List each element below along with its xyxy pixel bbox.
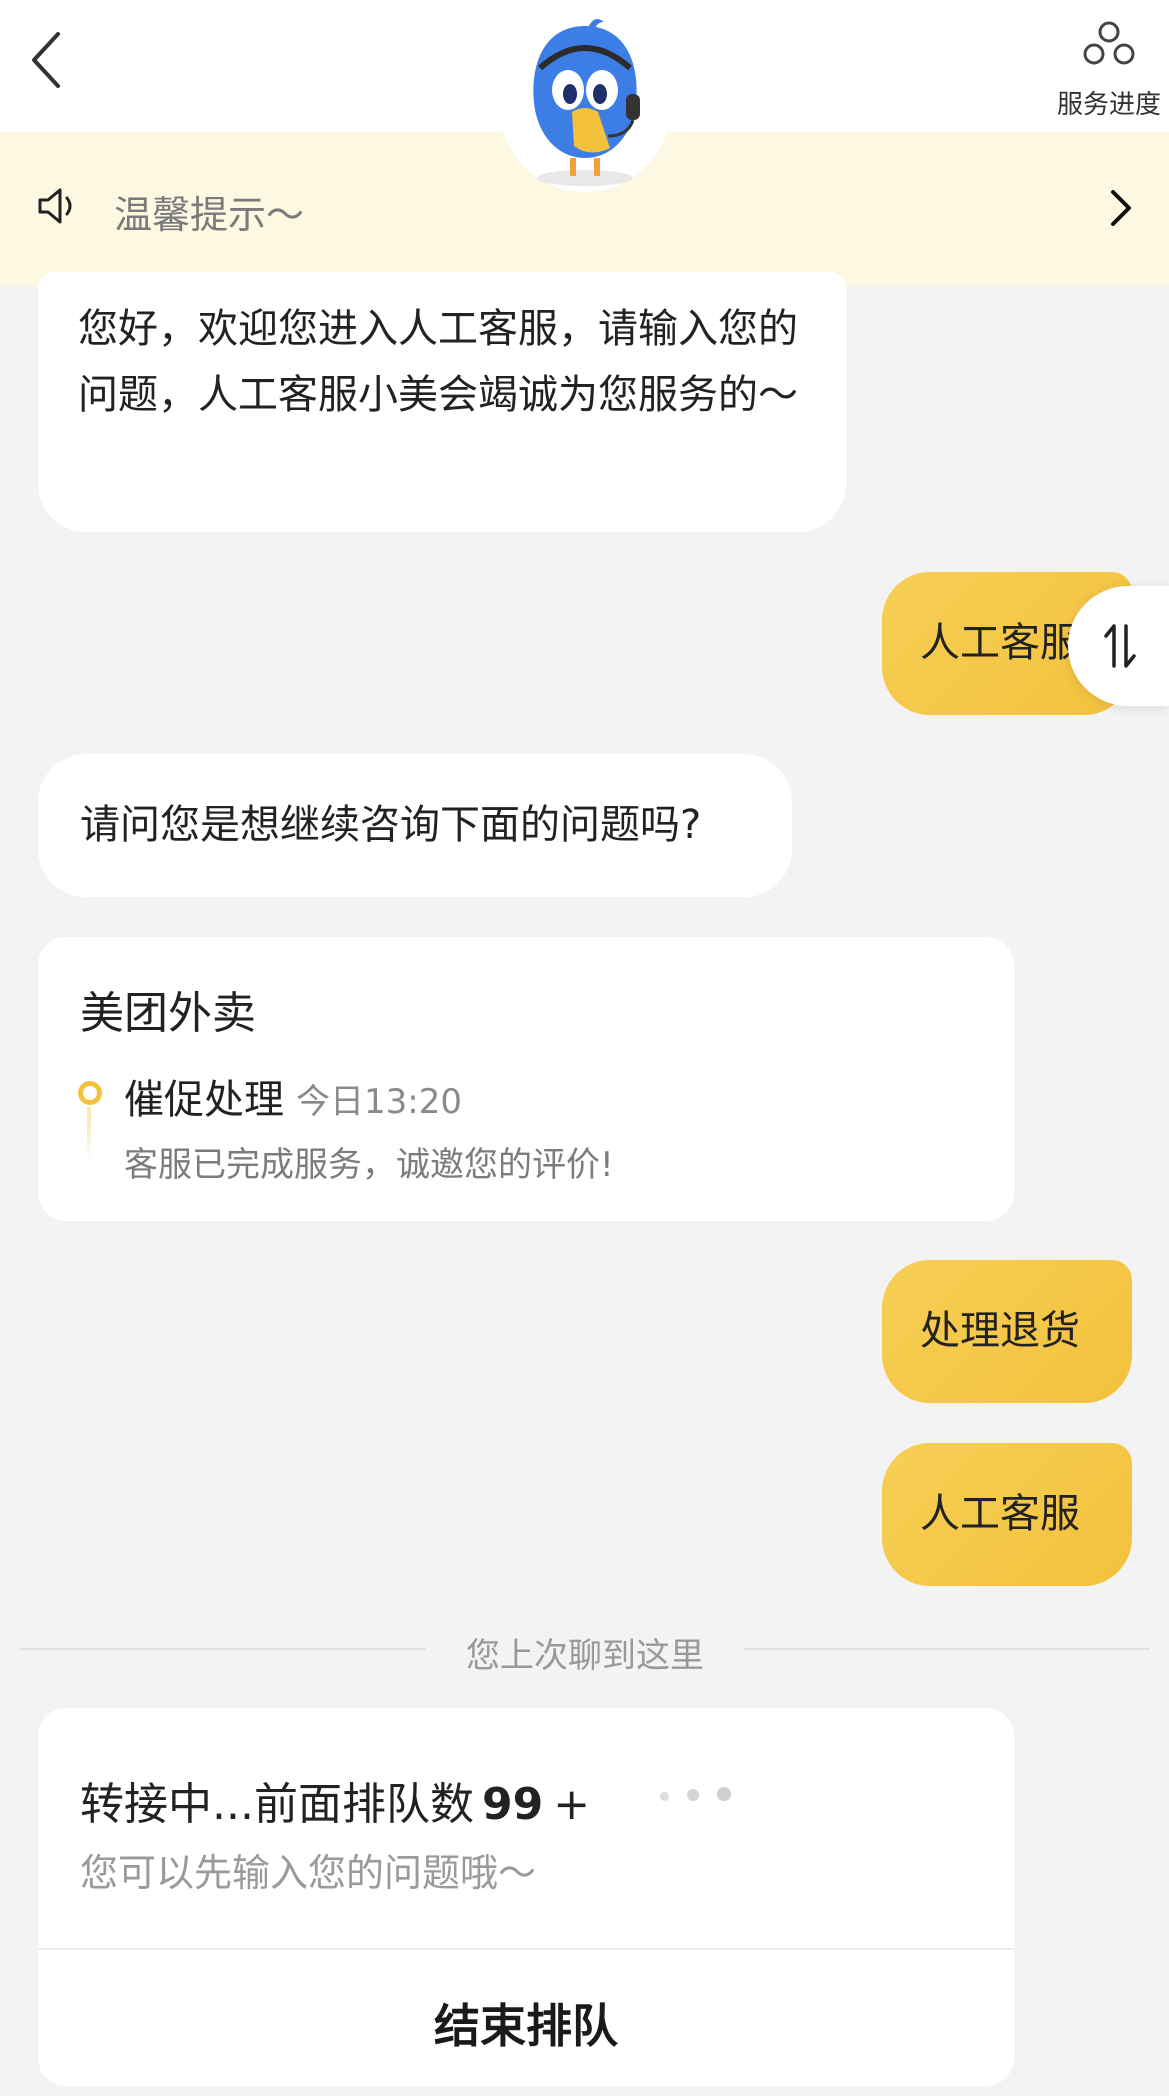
mascot-avatar [490, 8, 680, 194]
agent-message-welcome: 您好，欢迎您进入人工客服，请输入您的问题，人工客服小美会竭诚为您服务的～ [38, 272, 846, 532]
end-queue-label: 结束排队 [434, 1999, 618, 2053]
notice-text: 温馨提示～ [114, 193, 305, 237]
message-text: 处理退货 [920, 1308, 1080, 1354]
loading-dots-icon [660, 1786, 749, 1805]
order-description: 客服已完成服务，诚邀您的评价! [124, 1145, 614, 1185]
queue-status-prefix: 转接中...前面排队数 [80, 1779, 474, 1830]
message-text: 人工客服 [920, 1491, 1080, 1537]
divider-label: 您上次聊到这里 [426, 1636, 744, 1676]
speaker-icon [38, 188, 72, 224]
chevron-right-icon [1111, 190, 1131, 226]
order-time: 今日13:20 [296, 1082, 462, 1122]
timeline-dot [78, 1081, 102, 1105]
queue-plus: + [553, 1779, 591, 1830]
order-status: 催促处理 今日13:20 [124, 1067, 462, 1125]
sort-arrows-icon [1104, 624, 1136, 668]
queue-status: 转接中...前面排队数 99 + [80, 1768, 590, 1832]
message-text: 您好，欢迎您进入人工客服，请输入您的问题，人工客服小美会竭诚为您服务的～ [78, 306, 798, 418]
agent-message-ask: 请问您是想继续咨询下面的问题吗? [38, 754, 792, 897]
back-button[interactable] [28, 28, 88, 98]
history-divider: 您上次聊到这里 [20, 1628, 1150, 1676]
chevron-left-icon [32, 32, 60, 88]
queue-count: 99 [481, 1779, 544, 1830]
queue-card: 转接中...前面排队数 99 + 您可以先输入您的问题哦～ 结束排队 [38, 1708, 1014, 2086]
user-message-human-agent-2: 人工客服 [882, 1443, 1132, 1586]
user-message-return: 处理退货 [882, 1260, 1132, 1403]
service-progress-button[interactable]: 服务进度 [1029, 0, 1169, 132]
service-progress-label: 服务进度 [1056, 90, 1161, 120]
queue-hint: 您可以先输入您的问题哦～ [80, 1851, 537, 1895]
end-queue-button[interactable]: 结束排队 [38, 1950, 1014, 2086]
order-status-text: 催促处理 [124, 1077, 284, 1123]
message-text: 请问您是想继续咨询下面的问题吗? [80, 802, 702, 848]
order-title: 美团外卖 [80, 988, 256, 1039]
order-history-card[interactable]: 美团外卖 催促处理 今日13:20 客服已完成服务，诚邀您的评价! [38, 937, 1014, 1221]
timeline-line [87, 1107, 91, 1163]
service-progress-icon [1083, 21, 1135, 65]
divider-label-wrap: 您上次聊到这里 [20, 1628, 1150, 1677]
message-text: 人工客服 [920, 620, 1080, 666]
